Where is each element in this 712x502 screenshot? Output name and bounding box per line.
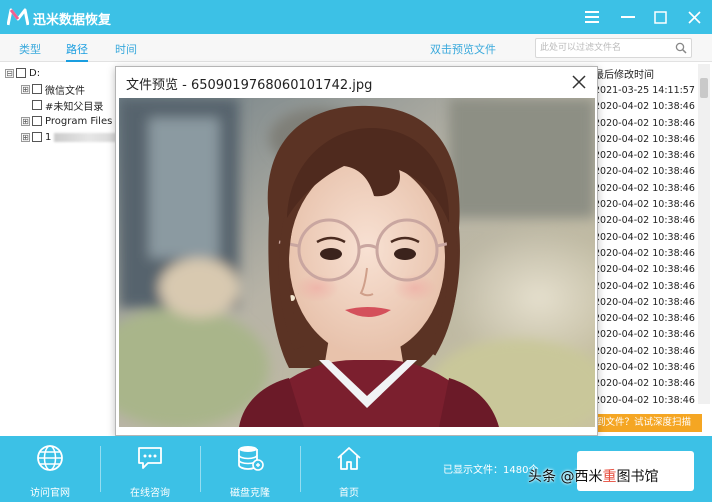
nav-label: 在线咨询 — [130, 488, 170, 499]
nav-label: 磁盘克隆 — [230, 488, 270, 499]
tree-node-program-files[interactable]: ⊞ Program Files ( — [21, 113, 119, 129]
preview-image — [119, 98, 595, 427]
tab-type[interactable]: 类型 — [19, 41, 41, 57]
dialog-close-button[interactable] — [567, 70, 591, 94]
tree-node-wechat[interactable]: ⊞ 微信文件 — [21, 81, 85, 97]
close-icon — [572, 75, 586, 89]
blurred-text — [54, 132, 125, 142]
nav-label: 首页 — [339, 488, 359, 499]
expand-icon[interactable]: ⊞ — [21, 84, 30, 94]
minimize-icon — [621, 16, 635, 18]
minimize-button[interactable] — [615, 4, 641, 30]
search-icon[interactable] — [675, 42, 687, 54]
timestamp-cell: 2020-04-02 10:38:46 — [594, 150, 695, 162]
tree-node-label: D: — [29, 67, 41, 79]
vertical-scrollbar[interactable] — [698, 64, 710, 404]
scrollbar-thumb[interactable] — [700, 78, 708, 98]
tree-node-blurred[interactable]: ⊞ 1 — [21, 129, 125, 145]
double-click-preview-hint: 双击预览文件 — [430, 43, 496, 56]
timestamp-cell: 2020-04-02 10:38:46 — [594, 182, 695, 194]
file-count-status: 已显示文件：1480个 — [443, 465, 539, 476]
nav-online-consult[interactable]: 在线咨询 — [105, 442, 195, 499]
tree-node-label: #未知父目录 — [45, 101, 104, 113]
nav-home[interactable]: 首页 — [304, 442, 394, 499]
globe-icon — [37, 445, 63, 471]
close-icon — [687, 10, 701, 24]
menu-icon — [585, 11, 599, 23]
timestamp-cell: 2020-04-02 10:38:46 — [594, 345, 695, 357]
timestamp-cell: 2020-04-02 10:38:46 — [594, 231, 695, 243]
chat-icon — [138, 447, 162, 469]
nav-disk-clone[interactable]: 磁盘克隆 — [205, 442, 295, 499]
expand-icon[interactable]: ⊞ — [21, 132, 30, 142]
watermark-highlight: 重 — [602, 469, 617, 485]
tree-node-label: Program Files ( — [45, 115, 120, 127]
search-box — [535, 38, 692, 58]
timestamp-cell: 2020-04-02 10:38:46 — [594, 394, 695, 406]
timestamp-cell: 2020-04-02 10:38:46 — [594, 117, 695, 129]
timestamp-cell: 2020-04-02 10:38:46 — [594, 215, 695, 227]
preview-dialog: 文件预览 - 6509019768060101742.jpg — [115, 66, 598, 436]
timestamp-cell: 2021-03-25 14:11:57 — [594, 85, 695, 96]
timestamp-cell: 2020-04-02 10:38:46 — [594, 199, 695, 211]
timestamp-cell: 2020-04-02 10:38:46 — [594, 166, 695, 178]
nav-visit-website[interactable]: 访问官网 — [5, 442, 95, 499]
timestamp-cell: 2020-04-02 10:38:46 — [594, 313, 695, 325]
database-icon — [238, 446, 264, 471]
checkbox[interactable] — [32, 132, 42, 142]
timestamp-cell: 2020-04-02 10:38:46 — [594, 280, 695, 292]
column-header-modified-time[interactable]: 最后修改时间 — [594, 66, 654, 81]
timestamp-cell: 2020-04-02 10:38:46 — [594, 329, 695, 341]
nav-label: 访问官网 — [30, 488, 70, 499]
divider — [200, 446, 201, 492]
timestamp-cell: 2020-04-02 10:38:46 — [594, 296, 695, 308]
app-title: 迅米数据恢复 — [33, 13, 112, 28]
timestamp-cell: 2020-04-02 10:38:46 — [594, 378, 695, 390]
search-input[interactable] — [540, 41, 670, 55]
maximize-icon — [653, 10, 667, 24]
app-logo-icon — [7, 8, 29, 26]
tree-node-label: 微信文件 — [45, 85, 85, 97]
folder-tree: ⊟ D: ⊞ 微信文件 #未知父目录 ⊞ Program Files ( ⊞ 1 — [0, 62, 125, 434]
checkbox[interactable] — [16, 68, 26, 78]
collapse-icon[interactable]: ⊟ — [5, 68, 14, 78]
divider — [300, 446, 301, 492]
menu-button[interactable] — [579, 4, 605, 30]
checkbox[interactable] — [32, 100, 42, 110]
timestamp-cell: 2020-04-02 10:38:46 — [594, 247, 695, 259]
title-bar: 迅米数据恢复 — [0, 0, 712, 34]
checkbox[interactable] — [32, 84, 42, 94]
home-icon — [337, 447, 361, 470]
tree-node-label: 1 — [45, 131, 52, 143]
checkbox[interactable] — [32, 116, 42, 126]
timestamp-list: 2021-03-25 14:11:57 2020-04-02 10:38:46 … — [594, 83, 695, 409]
deep-scan-banner[interactable]: 到文件？试试深度扫描 — [594, 414, 702, 432]
watermark: 头条 @西米重图书馆 — [528, 466, 658, 486]
tab-path[interactable]: 路径 — [66, 41, 88, 62]
timestamp-cell: 2020-04-02 10:38:46 — [594, 362, 695, 374]
close-button[interactable] — [681, 4, 707, 30]
tree-node-unknown-parent[interactable]: #未知父目录 — [32, 97, 103, 113]
portrait-photo — [119, 98, 595, 427]
timestamp-cell: 2020-04-02 10:38:46 — [594, 133, 695, 145]
maximize-button[interactable] — [647, 4, 673, 30]
expand-icon[interactable]: ⊞ — [21, 116, 30, 126]
tab-time[interactable]: 时间 — [115, 41, 137, 57]
timestamp-cell: 2020-04-02 10:38:46 — [594, 101, 695, 113]
dialog-title: 文件预览 - 6509019768060101742.jpg — [126, 78, 373, 93]
watermark-suffix: 图书馆 — [616, 469, 659, 485]
divider — [100, 446, 101, 492]
watermark-prefix: 头条 @西米 — [528, 469, 603, 485]
timestamp-cell: 2020-04-02 10:38:46 — [594, 264, 695, 276]
tree-node-root[interactable]: ⊟ D: — [5, 65, 40, 81]
